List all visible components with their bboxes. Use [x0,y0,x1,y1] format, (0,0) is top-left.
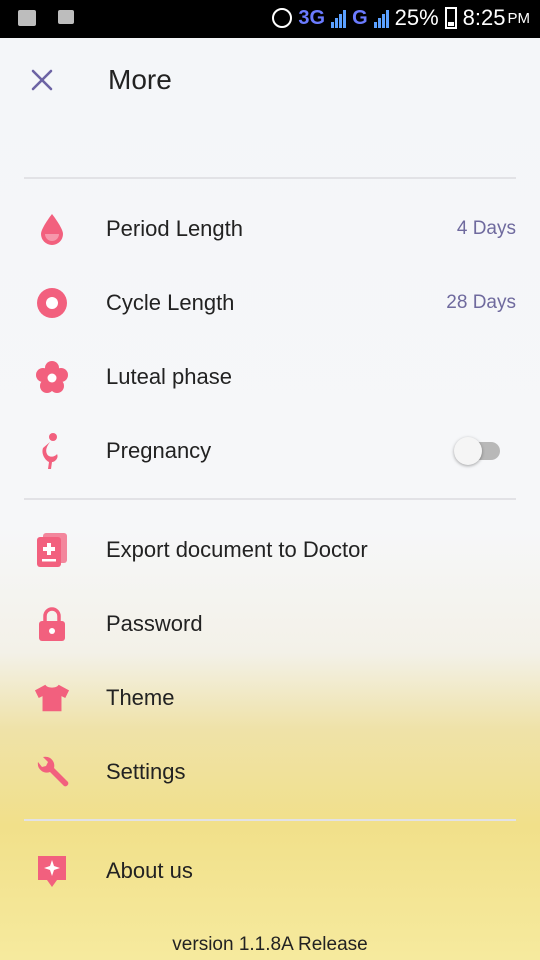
password-item[interactable]: Password [0,592,540,656]
status-bar: 3G G 25% 8:25 PM [0,0,540,38]
image-icon [58,10,74,24]
network-3g-label: 3G [298,6,326,29]
network-g-label: G [352,6,368,29]
close-button[interactable] [26,64,58,96]
settings-item[interactable]: Settings [0,740,540,804]
about-us-item[interactable]: About us [0,839,540,903]
clock-ampm: PM [507,9,531,27]
close-icon [31,69,53,91]
pregnancy-item[interactable]: Pregnancy [0,419,540,483]
medical-document-icon [34,532,70,568]
luteal-phase-item[interactable]: Luteal phase [0,345,540,409]
pregnancy-icon [34,433,70,469]
flower-icon [34,359,70,395]
period-length-label: Period Length [106,216,243,241]
circle-icon [34,285,70,321]
divider [24,819,516,821]
divider [24,498,516,500]
export-doctor-label: Export document to Doctor [106,537,368,562]
signal-icon [331,8,347,28]
theme-item[interactable]: Theme [0,666,540,730]
about-us-label: About us [106,858,193,883]
drop-icon [34,211,70,247]
lock-icon [34,606,70,642]
about-badge-icon [34,853,70,889]
cycle-length-value: 28 Days [446,292,516,313]
export-doctor-item[interactable]: Export document to Doctor [0,518,540,582]
signal-icon-2 [373,8,389,28]
pregnancy-label: Pregnancy [106,438,212,463]
page-title: More [108,64,172,95]
theme-label: Theme [106,685,175,710]
settings-label: Settings [106,759,186,784]
wrench-icon [34,754,70,790]
cycle-length-item[interactable]: Cycle Length 28 Days [0,271,540,335]
divider [24,177,516,179]
luteal-phase-label: Luteal phase [106,364,232,389]
cycle-length-label: Cycle Length [106,290,235,315]
pregnancy-toggle[interactable] [454,437,500,465]
tshirt-icon [34,680,70,716]
period-length-value: 4 Days [456,218,516,239]
version-text: version 1.1.8A Release [172,934,368,955]
header: More [0,38,540,122]
battery-percent: 25% [394,5,439,30]
toggle-knob [454,437,482,465]
period-length-item[interactable]: Period Length 4 Days [0,197,540,261]
clock-time: 8:25 [462,5,506,30]
notification-icon [18,10,36,26]
battery-icon [444,7,457,29]
password-label: Password [106,611,203,636]
alarm-icon [272,8,293,28]
